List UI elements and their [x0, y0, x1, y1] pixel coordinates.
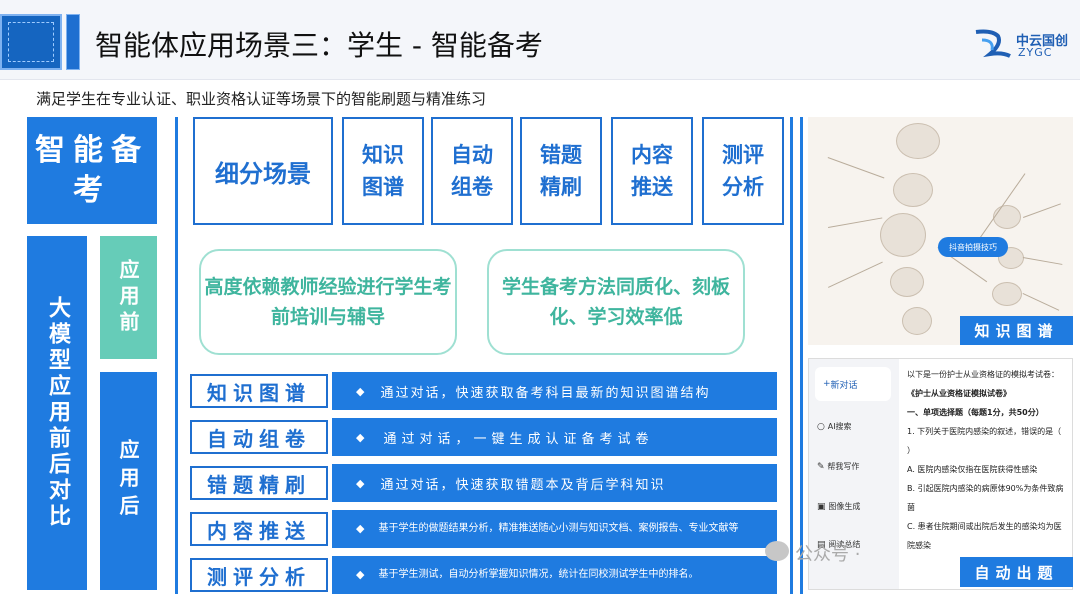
page-title: 智能体应用场景三：学生 - 智能备考 [95, 29, 543, 62]
sidebar-item-label: 帮我写作 [827, 462, 860, 471]
feature-assessment: 测评分析 [702, 117, 784, 225]
mindmap-link [828, 261, 883, 288]
mindmap-node [993, 205, 1021, 229]
mindmap-link [1022, 293, 1060, 311]
image-icon: ▣ [817, 502, 829, 512]
after-row-desc: ◆ 基于学生的做题结果分析，精准推送随心小测与知识文档、案例报告、专业文献等 [332, 510, 777, 548]
divider-right [790, 117, 793, 594]
mindmap-node [893, 173, 933, 207]
after-row-desc-text: 通过对话，一键生成认证备考试卷 [383, 431, 654, 447]
sidebar-item-ai-search[interactable]: ○ AI搜索 [817, 421, 852, 432]
before-issue-2: 学生备考方法同质化、刻板化、学习效率低 [487, 249, 745, 355]
mindmap-center-node: 抖音拍摄技巧 [938, 237, 1008, 257]
mindmap-node [902, 307, 932, 335]
chat-line: 一、单项选择题（每题1分，共50分） [907, 408, 1044, 417]
mindmap-link [827, 157, 885, 179]
watermark-text: 公众号 · [795, 544, 861, 565]
new-chat-button[interactable]: + 新对话 [815, 367, 891, 401]
feature-main: 细分场景 [193, 117, 333, 225]
knowledge-graph-tag: 知识图谱 [960, 316, 1073, 345]
after-row-desc: ◆ 通过对话，快速获取备考科目最新的知识图谱结构 [332, 372, 777, 410]
after-row-desc-text: 基于学生的做题结果分析，精准推送随心小测与知识文档、案例报告、专业文献等 [378, 523, 739, 534]
new-chat-label: 新对话 [830, 380, 858, 391]
diamond-icon: ◆ [356, 384, 367, 398]
mindmap-link [1022, 257, 1063, 265]
after-row-label: 错题精刷 [190, 466, 328, 500]
search-icon: ○ [817, 422, 828, 432]
pen-icon: ✎ [817, 462, 828, 472]
before-issue-1: 高度依赖教师经验进行学生考前培训与辅导 [199, 249, 457, 355]
after-row-label: 知识图谱 [190, 374, 328, 408]
after-row-desc: ◆ 通过对话，快速获取错题本及背后学科知识 [332, 464, 777, 502]
sidebar-item-image[interactable]: ▣ 图像生成 [817, 501, 860, 512]
after-row-label: 内容推送 [190, 512, 328, 546]
after-row-desc-text: 基于学生测试，自动分析掌握知识情况，统计在同校测试学生中的排名。 [378, 569, 699, 580]
mindmap-node [880, 213, 926, 257]
comparison-vertical-label: 大模型应用前后对比 [27, 236, 87, 590]
chat-line: 《护士从业资格证模拟试卷》 [907, 389, 1011, 398]
mindmap-node [992, 282, 1022, 306]
after-row-label: 自动组卷 [190, 420, 328, 454]
after-row-label: 测评分析 [190, 558, 328, 592]
chat-line: 以下是一份护士从业资格证的模拟考试卷： [907, 370, 1059, 379]
divider-right-2 [800, 117, 803, 594]
sidebar-item-label: AI搜索 [827, 422, 852, 431]
page-subtitle: 满足学生在专业认证、职业资格认证等场景下的智能刷题与精准练习 [36, 90, 487, 108]
after-label: 应用后 [100, 372, 157, 590]
sidebar-item-label: 图像生成 [828, 502, 861, 511]
feature-auto-paper: 自动组卷 [431, 117, 513, 225]
diamond-icon: ◆ [356, 430, 370, 444]
mindmap-screenshot: 抖音拍摄技巧 [808, 117, 1073, 345]
diamond-icon: ◆ [356, 568, 365, 581]
after-row-desc: ◆ 通过对话，一键生成认证备考试卷 [332, 418, 777, 456]
sidebar-item-writing[interactable]: ✎ 帮我写作 [817, 461, 859, 472]
section-title-box: 智能备考 [27, 117, 157, 224]
after-row-desc-text: 通过对话，快速获取备考科目最新的知识图谱结构 [380, 385, 711, 401]
thumbnail-strip [66, 14, 80, 70]
mindmap-link [828, 217, 883, 228]
diamond-icon: ◆ [356, 476, 367, 490]
after-row-desc-text: 通过对话，快速获取错题本及背后学科知识 [380, 477, 666, 493]
chat-line: A. 医院内感染仅指在医院获得性感染 [907, 465, 1038, 474]
plus-icon: + [823, 379, 831, 389]
chat-line: 1. 下列关于医院内感染的叙述，错误的是（ ） [907, 427, 1062, 455]
feature-wrong-questions: 错题精刷 [520, 117, 602, 225]
before-label: 应用前 [100, 236, 157, 359]
mindmap-link [1023, 203, 1061, 218]
logo-subtitle: ZYGC [1018, 46, 1053, 59]
divider-left [175, 117, 178, 594]
chat-message: 以下是一份护士从业资格证的模拟考试卷： 《护士从业资格证模拟试卷》 一、单项选择… [907, 365, 1067, 555]
auto-question-tag: 自动出题 [960, 557, 1073, 587]
mindmap-node [890, 267, 924, 297]
wechat-icon [765, 541, 789, 561]
chat-line: C. 患者住院期间或出院后发生的感染均为医院感染 [907, 522, 1062, 550]
diamond-icon: ◆ [356, 522, 365, 535]
thumbnail-image [0, 14, 62, 70]
mindmap-node [896, 123, 940, 159]
feature-content-push: 内容推送 [611, 117, 693, 225]
feature-knowledge-graph: 知识图谱 [342, 117, 424, 225]
chat-line: B. 引起医院内感染的病原体90%为条件致病菌 [907, 484, 1064, 512]
after-row-desc: ◆ 基于学生测试，自动分析掌握知识情况，统计在同校测试学生中的排名。 [332, 556, 777, 594]
